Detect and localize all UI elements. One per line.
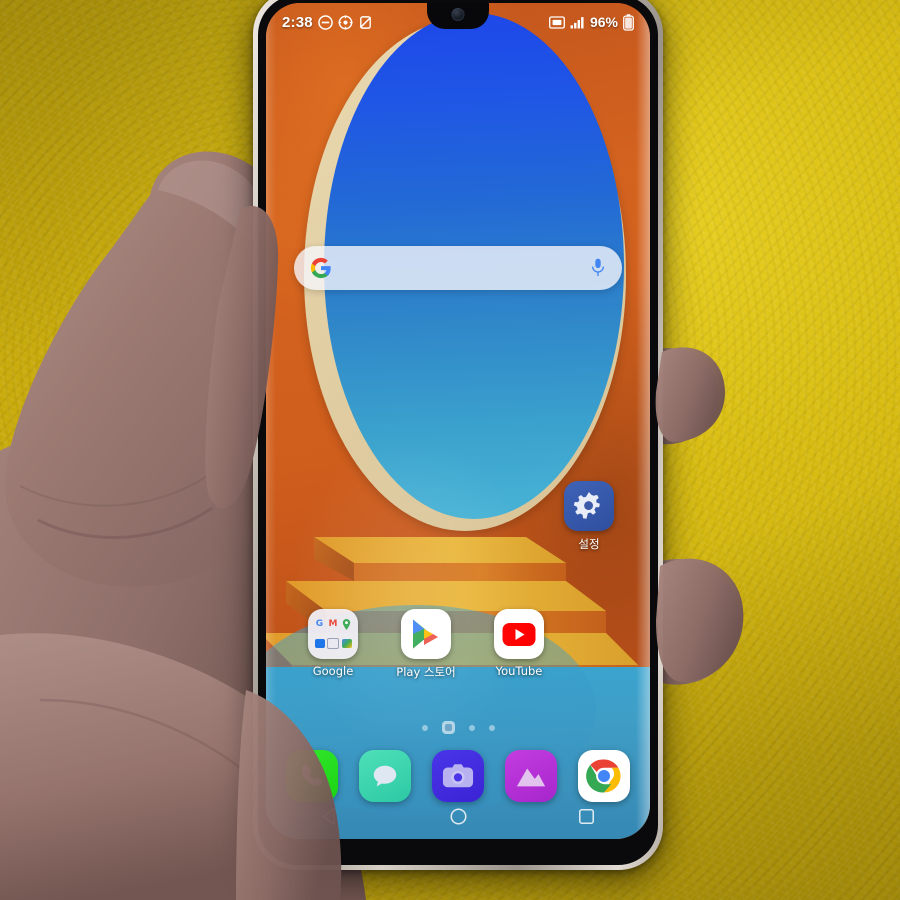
google-folder-icon[interactable]: G M: [308, 609, 358, 659]
battery-icon: [623, 13, 634, 31]
play-triangle-icon: [413, 619, 438, 649]
do-not-disturb-icon: [318, 14, 333, 30]
app-label: 설정: [578, 537, 600, 551]
settings-app-icon[interactable]: [564, 481, 614, 531]
app-label: Google: [312, 664, 354, 678]
play-store-icon[interactable]: [401, 609, 451, 659]
sim-card-icon: [549, 15, 565, 29]
recents-square-icon: [578, 808, 594, 824]
gallery-mountain-icon: [516, 768, 545, 787]
microphone-icon[interactable]: [590, 257, 606, 279]
mini-photos-icon: [341, 635, 352, 652]
mini-maps-icon: [341, 616, 352, 633]
photo-scene: 2:38 96% 설정 G M Google Play 스토어 YouTube: [0, 0, 900, 900]
phone-icon: [302, 764, 323, 786]
nav-back-button[interactable]: [310, 796, 350, 836]
gear-icon: [338, 14, 353, 30]
camera-notch: [427, 3, 489, 29]
app-youtube[interactable]: YouTube: [482, 609, 556, 678]
page-dot[interactable]: [488, 724, 495, 731]
app-label: Play 스토어: [396, 665, 456, 679]
status-bar-clock: 2:38: [282, 13, 313, 31]
mini-meet-icon: [314, 635, 325, 652]
battery-percent-label: 96%: [589, 14, 618, 30]
app-settings[interactable]: 설정: [552, 481, 626, 552]
home-circle-icon: [449, 807, 467, 825]
mini-gmail-icon: M: [328, 619, 338, 629]
back-triangle-icon: [322, 807, 335, 825]
google-search-bar[interactable]: [294, 246, 622, 290]
app-google-folder[interactable]: G M Google: [296, 609, 370, 678]
front-camera-icon: [451, 8, 465, 21]
wallpaper: [266, 3, 650, 839]
youtube-icon[interactable]: [494, 609, 544, 659]
phone-screen: 2:38 96% 설정 G M Google Play 스토어 YouTube: [266, 3, 650, 839]
gear-icon: [573, 491, 600, 519]
signal-bars-icon: [570, 16, 584, 28]
page-dot-active-home[interactable]: [441, 721, 455, 734]
youtube-play-icon: [502, 622, 536, 646]
nav-home-button[interactable]: [438, 796, 478, 836]
page-dot[interactable]: [468, 724, 475, 731]
mini-google-icon: G: [315, 619, 324, 629]
chrome-icon: [585, 759, 621, 793]
nav-recents-button[interactable]: [566, 796, 606, 836]
page-dot[interactable]: [421, 724, 428, 731]
status-bar-left: 2:38: [282, 14, 373, 31]
smartphone-device: 2:38 96% 설정 G M Google Play 스토어 YouTube: [253, 0, 663, 870]
status-bar-right: 96%: [549, 13, 634, 31]
mini-drive-icon: [327, 635, 339, 652]
phone-bezel-inner: 2:38 96% 설정 G M Google Play 스토어 YouTube: [258, 0, 658, 865]
app-play-store[interactable]: Play 스토어: [389, 609, 463, 680]
app-label: YouTube: [495, 664, 543, 678]
camera-icon: [442, 764, 474, 788]
mute-icon: [359, 15, 372, 29]
navigation-bar: [266, 793, 650, 839]
message-bubble-icon: [373, 765, 397, 787]
page-indicator: [266, 721, 650, 734]
google-g-logo: [310, 257, 331, 279]
